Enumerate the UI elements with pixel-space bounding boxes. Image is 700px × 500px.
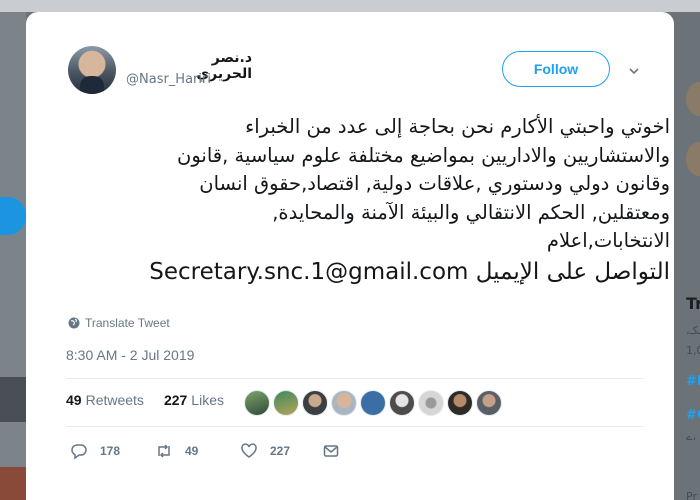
avatar[interactable] <box>302 390 328 416</box>
background-top <box>0 0 700 12</box>
like-count: 227 <box>270 444 291 458</box>
reply-icon <box>71 444 87 460</box>
envelope-icon <box>323 445 339 457</box>
avatar[interactable] <box>331 390 357 416</box>
tweet-card: د.نصر الحريري @Nasr_Hariri Follow اخوتي … <box>26 12 674 500</box>
retweet-icon <box>158 444 170 458</box>
like-button[interactable]: 227 <box>240 442 322 460</box>
avatar[interactable] <box>476 390 502 416</box>
tweet-text-line: والاستشاريين والاداريين بمواضيع مختلفة ع… <box>177 143 670 167</box>
retweets-count[interactable]: 49 <box>66 392 82 408</box>
tweet-text-line: الانتخابات,اعلام <box>546 229 670 252</box>
globe-icon <box>68 317 80 329</box>
timestamp[interactable]: 8:30 AM - 2 Jul 2019 <box>66 347 194 363</box>
divider <box>66 426 644 427</box>
handle[interactable]: @Nasr_Hariri <box>126 72 211 87</box>
retweet-button[interactable]: 49 <box>155 442 240 460</box>
liker-avatars <box>244 390 505 416</box>
reply-count: 178 <box>100 444 121 458</box>
tweet-text-line: اخوتي واحبتي الأكارم نحن بحاجة إلى عدد م… <box>245 115 670 138</box>
retweets-label[interactable]: Retweets <box>86 392 144 408</box>
chevron-down-icon[interactable] <box>629 66 639 76</box>
avatar[interactable] <box>273 390 299 416</box>
tweet-text-line: ومعتقلين, الحكم الانتقالي والبيئة الآمنة… <box>272 200 670 224</box>
heart-icon <box>241 443 257 458</box>
follow-button[interactable]: Follow <box>502 51 610 87</box>
tweet-text-line: التواصل على الإيميل Secretary.snc.1@gmai… <box>149 258 670 285</box>
tweet-actions: 178 49 227 <box>70 442 352 460</box>
tweet-text: اخوتي واحبتي الأكارم نحن بحاجة إلى عدد م… <box>66 113 670 288</box>
avatar[interactable] <box>360 390 386 416</box>
background-right-sidebar: Tr ،نكـ 1,0 #D #C ے، Pr <box>674 12 700 500</box>
retweet-count: 49 <box>185 444 199 458</box>
background-left <box>0 12 26 500</box>
engagement-stats: 49 Retweets 227 Likes <box>66 392 224 408</box>
likes-count[interactable]: 227 <box>164 392 187 408</box>
avatar[interactable] <box>389 390 415 416</box>
avatar[interactable] <box>244 390 270 416</box>
tweet-text-line: وقانون دولي ودستوري ,علاقات دولية, اقتصا… <box>199 172 670 195</box>
translate-tweet-link[interactable]: Translate Tweet <box>68 316 170 330</box>
reply-button[interactable]: 178 <box>70 442 155 460</box>
divider <box>66 378 644 379</box>
avatar[interactable] <box>68 46 116 94</box>
direct-message-button[interactable] <box>322 442 352 460</box>
translate-label[interactable]: Translate Tweet <box>85 316 170 330</box>
avatar[interactable] <box>418 390 444 416</box>
likes-label[interactable]: Likes <box>191 392 224 408</box>
avatar[interactable] <box>447 390 473 416</box>
